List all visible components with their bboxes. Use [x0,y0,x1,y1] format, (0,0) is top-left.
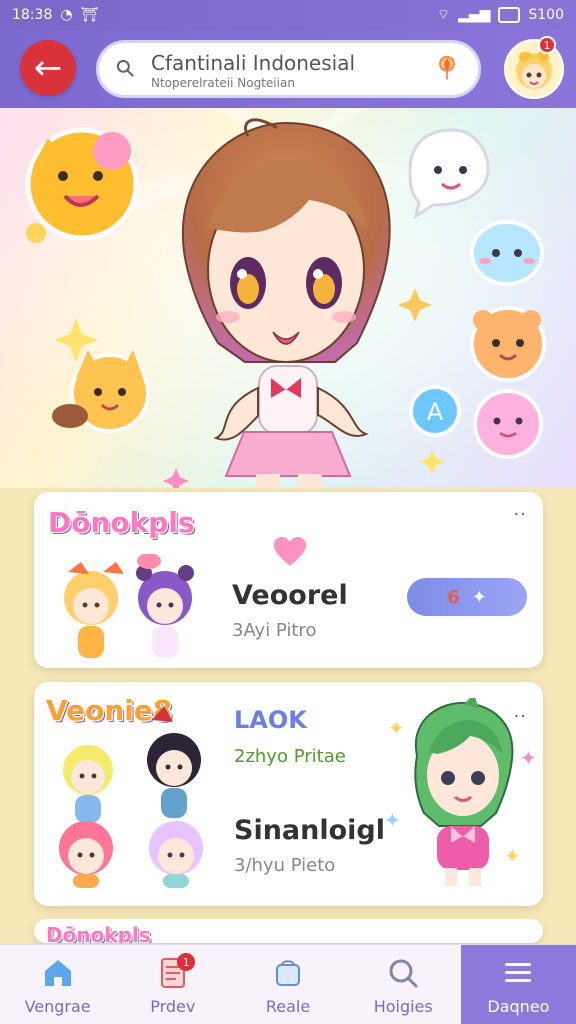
search-icon [116,59,134,77]
nav-menu[interactable]: Daqneo [460,945,576,1024]
microphone-icon[interactable] [436,55,458,83]
battery-icon [498,7,521,23]
signal-icon: ▂▄▆ [458,7,491,23]
wifi-icon: ⌔ [436,7,451,23]
character-group-illustration [59,706,203,888]
nav-label-search: Hoigies [373,996,433,1016]
search-query: Cfantinali Indonesial [151,51,356,75]
sticker-letter-label: A [427,398,444,426]
home-icon [44,959,71,986]
bag-icon [276,959,300,986]
back-button[interactable]: ← [20,40,76,96]
card-partial[interactable]: Dōnokpls [34,919,543,943]
sticker-orange-bear [470,306,546,382]
card-collection[interactable]: Veonie8 ·· LAOK 2zhyo Pritae Sinanloigl … [34,682,543,906]
sparkle-icon-4: ✦ [504,844,521,868]
avatar-badge: 1 [538,36,556,54]
nav-bag[interactable]: Reale [230,945,345,1024]
card-featured[interactable]: Dōnokpls ·· Veoorel 3Ayi Pitro 6 ✦ [34,492,543,668]
hero-banner: A [0,108,576,488]
card-title-1: Veoorel [232,580,348,611]
heart-icon[interactable] [272,535,308,569]
character-pair-illustration [64,554,194,658]
nav-label-document: Prdev [150,996,196,1016]
notification-icon: ⛩ [80,7,99,23]
status-left: 18:38 ◔ ⛩ [12,7,98,23]
nav-label-home: Vengrae [24,996,91,1016]
back-arrow-icon: ← [33,48,63,88]
status-bar: 18:38 ◔ ⛩ ⌔ ▂▄▆ S100 [0,0,576,30]
bookmark-icon: ✦ [471,586,487,608]
nav-label-bag: Reale [265,996,311,1016]
sticker-pink-blob [473,389,543,459]
search-subtext: Ntoperelrateii Nogteiian [151,76,295,90]
sticker-blue-cloud [470,220,544,286]
sticker-yellow-cat [25,127,139,243]
status-right: ⌔ ▂▄▆ S100 [437,6,564,24]
more-icon[interactable]: ·· [514,504,527,525]
nav-label-menu: Daqneo [487,996,550,1016]
card-subtitle-1: 3Ayi Pitro [232,620,317,641]
menu-icon [505,962,532,982]
sparkle-icon-2: ✦ [520,746,537,770]
nav-search[interactable]: Hoigies [346,945,461,1024]
lock-title: LAOK [234,706,307,734]
search-bar[interactable]: Cfantinali Indonesial Ntoperelrateii Nog… [96,40,481,98]
card-subtitle-2: 3/hyu Pieto [234,855,336,876]
search-icon [389,959,418,987]
nav-home[interactable]: Vengrae [0,945,115,1024]
time-label: 18:38 [12,7,53,23]
bookmark-button[interactable]: 6 ✦ [407,578,527,616]
status-right-label: S100 [528,7,564,23]
button-symbol: 6 [447,586,460,608]
bottom-navigation: Vengrae 1 Prdev Reale Hoigies Daqneo [0,944,576,1024]
anime-girl-illustration: A [0,108,576,488]
top-app-bar: ← Cfantinali Indonesial Ntoperelrateii N… [0,30,576,108]
card-logo-3: Dōnokpls [46,923,151,943]
lock-subtitle: 2zhyo Pritae [234,746,346,767]
nav-document[interactable]: 1 Prdev [115,945,230,1024]
sparkle-icon-1: ✦ [388,716,405,740]
sparkle-icon-3: ✦ [384,808,401,832]
chat-icon: ◔ [60,7,73,23]
nav-badge: 1 [177,953,196,971]
card-title-2: Sinanloigl [234,815,386,846]
card-logo-1: Dōnokpls [48,506,195,539]
